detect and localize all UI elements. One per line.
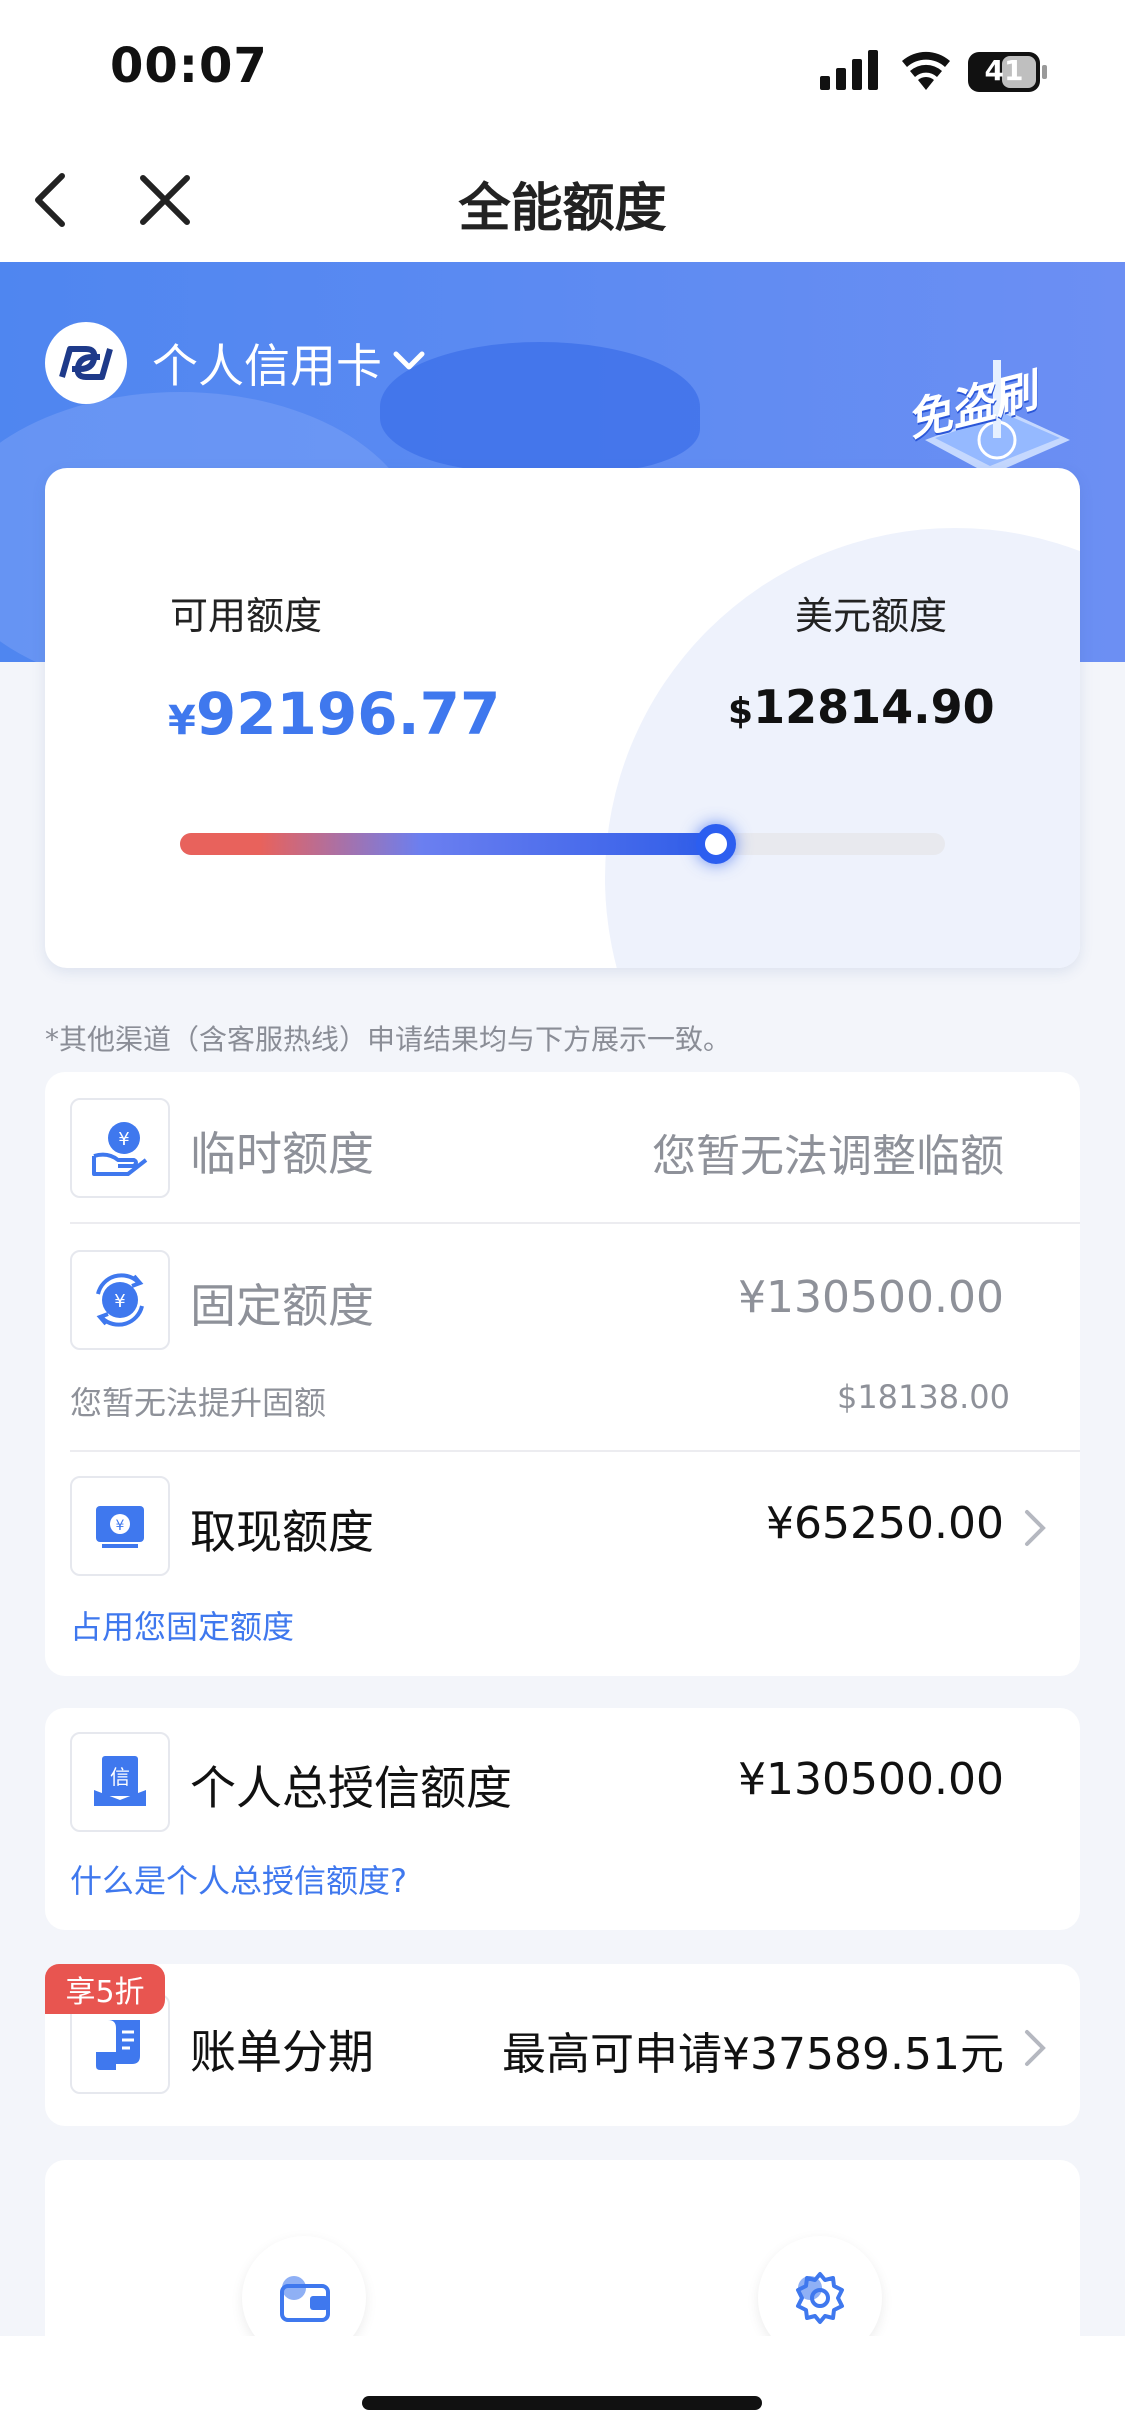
total-credit-icon-box: 信: [70, 1732, 170, 1832]
total-credit-help-link[interactable]: 什么是个人总授信额度?: [70, 1856, 407, 1902]
credit-document-icon: 信: [94, 1756, 146, 1806]
cash-quota-title[interactable]: 取现额度: [190, 1496, 374, 1562]
chevron-down-icon[interactable]: [392, 348, 426, 374]
wallet-icon: [280, 2276, 330, 2322]
divider: [70, 1450, 1080, 1452]
bank-logo: [45, 322, 127, 404]
quota-usage-thumb[interactable]: [696, 824, 736, 864]
wifi-icon: [902, 51, 950, 90]
cash-withdraw-icon: ¥: [96, 1506, 144, 1548]
usd-quota-amount: $12814.90: [728, 680, 995, 734]
temporary-quota-title: 临时额度: [190, 1127, 374, 1181]
hand-yen-icon: ¥: [92, 1122, 148, 1176]
available-currency: ¥: [168, 698, 196, 744]
bill-installment-icon: [96, 2020, 140, 2070]
status-time: 00:07: [110, 38, 268, 94]
usd-quota-label: 美元额度: [795, 594, 948, 638]
bottom-safe-area: [0, 2336, 1125, 2435]
divider: [70, 1222, 1080, 1224]
exchange-yen-icon: ¥: [96, 1273, 144, 1327]
cellular-signal-icon: [820, 50, 878, 90]
cash-quota-note: 占用您固定额度: [70, 1608, 295, 1646]
total-credit-title: 个人总授信额度: [190, 1761, 512, 1815]
usd-amount-value: 12814.90: [753, 680, 995, 734]
svg-text:¥: ¥: [114, 1291, 125, 1312]
installment-value[interactable]: 最高可申请¥37589.51元: [470, 2018, 1004, 2082]
fixed-quota-usd: $18138.00: [836, 1378, 1010, 1416]
fixed-quota-icon-box: ¥: [70, 1250, 170, 1350]
discount-badge: 享5折: [45, 1964, 165, 2014]
fixed-quota-title: 固定额度: [190, 1279, 374, 1333]
battery-icon: 41: [968, 52, 1048, 92]
gear-icon: [796, 2272, 844, 2324]
available-amount-value: 92196.77: [195, 680, 501, 748]
svg-text:¥: ¥: [116, 1518, 125, 1534]
chevron-right-icon[interactable]: [1022, 1508, 1048, 1548]
fixed-quota-note: 您暂无法提升固额: [70, 1384, 327, 1422]
fixed-quota-value: ¥130500.00: [738, 1272, 1004, 1323]
svg-text:¥: ¥: [118, 1129, 129, 1150]
available-quota-label: 可用额度: [170, 594, 323, 638]
available-quota-amount: ¥92196.77: [168, 680, 500, 748]
page-title: 全能额度: [458, 179, 667, 239]
card-type-selector[interactable]: 个人信用卡: [152, 330, 382, 396]
total-credit-value: ¥130500.00: [738, 1754, 1004, 1805]
svg-text:信: 信: [110, 1765, 130, 1789]
battery-level: 41: [984, 54, 1024, 87]
temporary-quota-value: 您暂无法调整临额: [652, 1131, 1004, 1182]
cash-quota-value[interactable]: ¥65250.00: [640, 1498, 1004, 1549]
quota-usage-fill: [180, 833, 716, 855]
temporary-quota-icon-box: ¥: [70, 1098, 170, 1198]
cash-quota-icon-box: ¥: [70, 1476, 170, 1576]
installment-title[interactable]: 账单分期: [190, 2016, 374, 2082]
home-indicator[interactable]: [362, 2396, 762, 2410]
bank-logo-icon: [59, 346, 113, 380]
notice-text: *其他渠道（含客服热线）申请结果均与下方展示一致。: [45, 1023, 732, 1056]
usd-currency: $: [728, 691, 754, 732]
chevron-right-icon[interactable]: [1022, 2028, 1048, 2068]
